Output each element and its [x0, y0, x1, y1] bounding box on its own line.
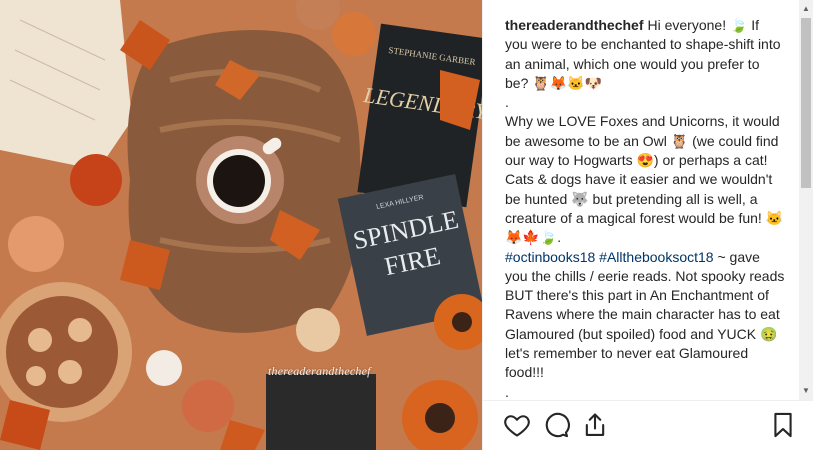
scrollbar[interactable]: ▲ ▼	[799, 0, 813, 400]
photo-watermark: thereaderandthechef	[268, 364, 371, 378]
post-side-panel: thereaderandthechef Hi everyone! 🍃 If you…	[482, 0, 813, 450]
post-photo[interactable]: STEPHANIE GARBER LEGENDARY LEXA HILLYER …	[0, 0, 482, 450]
caption-paragraph: thereaderandthechef Hi everyone! 🍃 If you…	[505, 16, 785, 93]
like-button[interactable]	[503, 411, 531, 439]
caption-paragraph: Why we LOVE Foxes and Unicorns, it would…	[505, 112, 785, 247]
caption-text: ~ gave you the chills / eerie reads. Not…	[505, 248, 785, 381]
caption-paragraph: .	[505, 383, 785, 400]
hashtag-link[interactable]: #octinbooks18 #Allthebooksoct18	[505, 249, 714, 265]
caption-paragraph: #octinbooks18 #Allthebooksoct18 ~ gave y…	[505, 248, 785, 383]
peach	[8, 216, 64, 272]
pumpkin-top	[332, 12, 376, 56]
scroll-down-arrow-icon[interactable]: ▼	[799, 384, 813, 398]
small-pumpkin	[70, 154, 122, 206]
caption: thereaderandthechef Hi everyone! 🍃 If you…	[505, 16, 785, 400]
share-button[interactable]	[581, 411, 609, 439]
scrollbar-thumb[interactable]	[801, 18, 811, 188]
apple	[182, 380, 234, 432]
share-icon	[585, 413, 605, 436]
comment-button[interactable]	[542, 411, 570, 439]
book-bottom	[266, 374, 376, 450]
scroll-up-arrow-icon[interactable]: ▲	[799, 2, 813, 16]
comment-bubble-icon	[545, 412, 570, 438]
white-pumpkin	[146, 350, 182, 386]
caption-text: .	[505, 383, 509, 400]
caption-scroll-area[interactable]: thereaderandthechef Hi everyone! 🍃 If you…	[505, 16, 785, 400]
post-actions-bar	[483, 400, 813, 450]
caption-paragraph: .	[505, 93, 785, 112]
username-link[interactable]: thereaderandthechef	[505, 17, 643, 33]
heart-icon	[504, 415, 530, 437]
bookmark-icon	[774, 412, 792, 438]
save-button[interactable]	[769, 411, 797, 439]
caption-text: Why we LOVE Foxes and Unicorns, it would…	[505, 113, 784, 246]
flatlay-illustration: STEPHANIE GARBER LEGENDARY LEXA HILLYER …	[0, 0, 482, 450]
caption-text: .	[505, 94, 509, 111]
candle	[296, 308, 340, 352]
